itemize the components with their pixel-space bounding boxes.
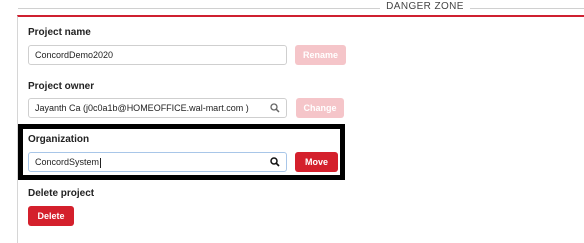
danger-zone-title: DANGER ZONE [386,1,464,12]
project-owner-label: Project owner [28,81,95,92]
header-divider-left [18,8,380,9]
project-owner-input[interactable]: Jayanth Ca (j0c0a1b@HOMEOFFICE.wal-mart.… [28,98,287,118]
search-icon[interactable] [270,103,280,113]
header-divider-right [470,8,584,9]
rename-button[interactable]: Rename [295,45,346,65]
delete-button[interactable]: Delete [28,206,74,226]
highlight-box [18,124,345,180]
project-name-label: Project name [28,27,91,38]
project-owner-value: Jayanth Ca (j0c0a1b@HOMEOFFICE.wal-mart.… [35,103,249,113]
change-button[interactable]: Change [296,98,344,118]
project-name-input[interactable]: ConcordDemo2020 [28,45,287,65]
delete-project-label: Delete project [28,188,95,199]
